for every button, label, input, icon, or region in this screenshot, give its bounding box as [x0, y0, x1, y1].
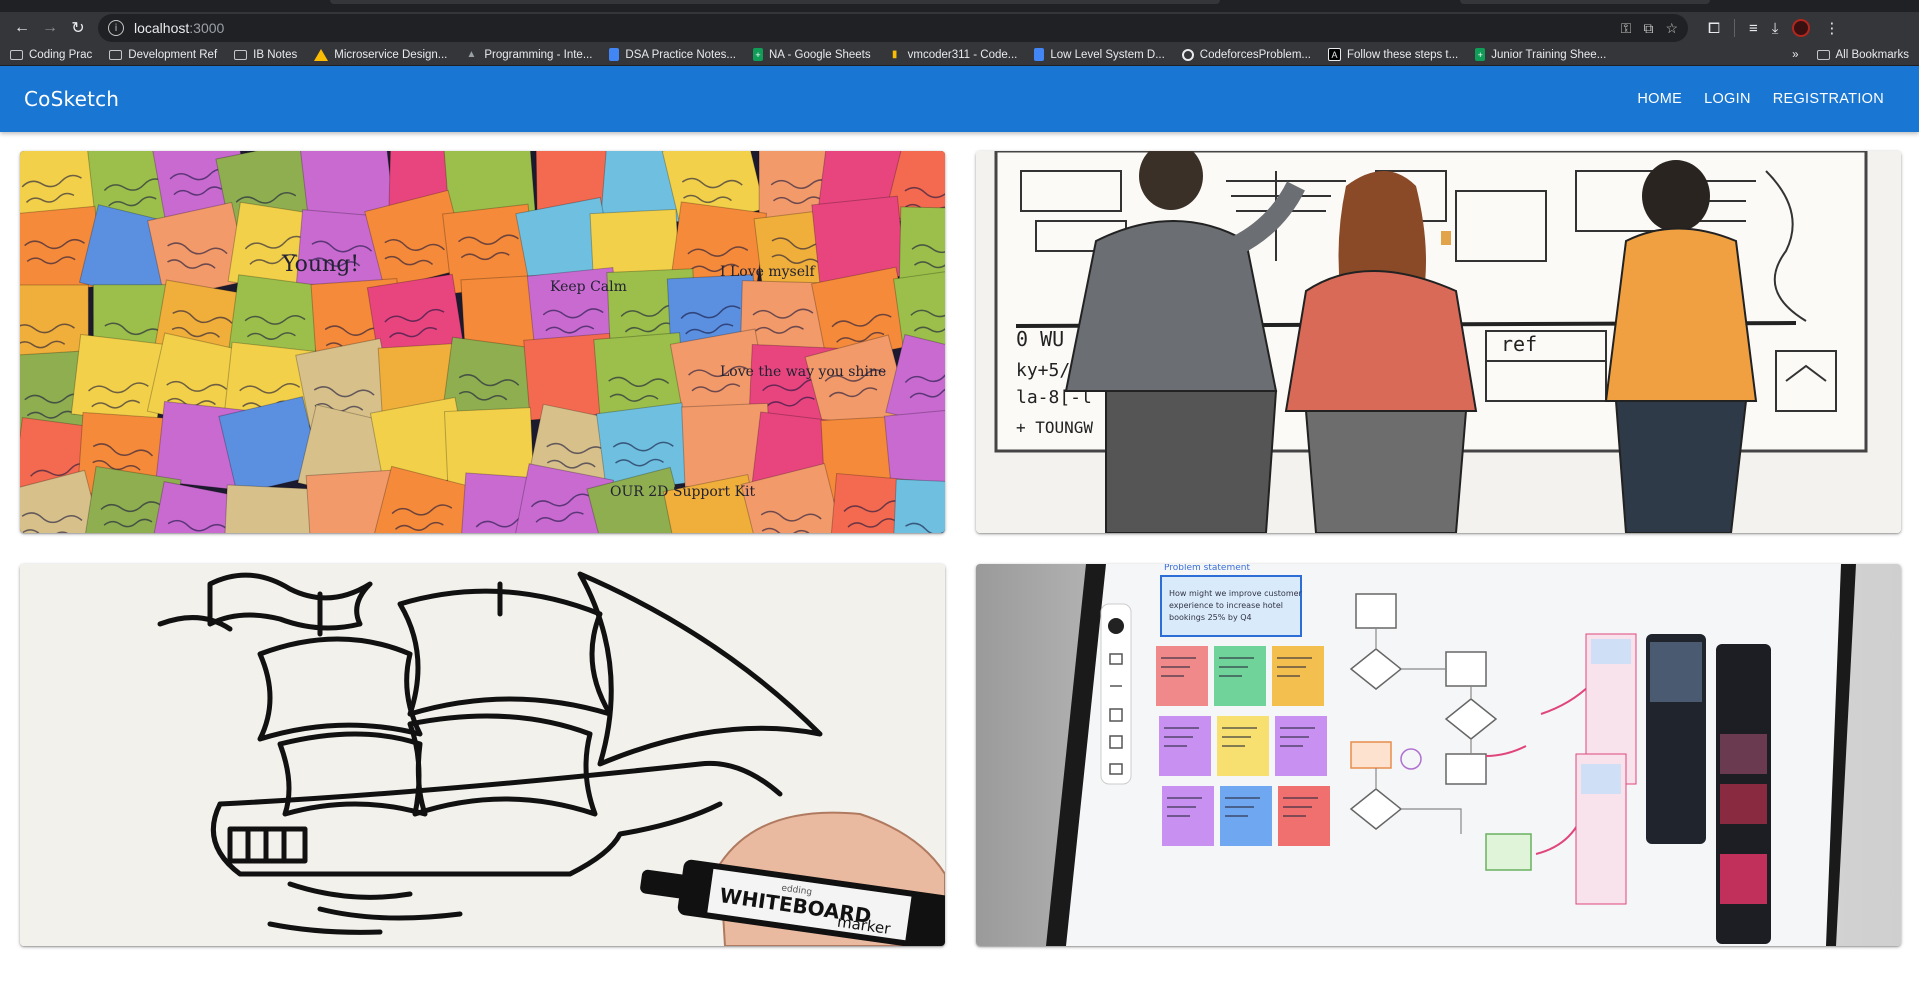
sticky-notes-wall-image: Young! I Love myself Keep Calm Love the way… — [20, 151, 945, 533]
back-arrow-icon[interactable]: ← — [8, 14, 36, 42]
browser-tab[interactable] — [330, 0, 1220, 4]
bookmark-item[interactable]: A Follow these steps t... — [1328, 48, 1458, 61]
bookmarks-bar: Coding Prac Development Ref IB Notes Mic… — [0, 44, 1919, 66]
bookmark-star-icon[interactable]: ☆ — [1665, 20, 1678, 37]
bookmark-item[interactable]: + NA - Google Sheets — [752, 48, 871, 61]
svg-text:bookings 25% by Q4: bookings 25% by Q4 — [1169, 613, 1252, 622]
google-sheets-icon: + — [1475, 48, 1486, 61]
svg-text:+ TOUNGW: + TOUNGW — [1016, 418, 1093, 437]
ab-icon: A — [1328, 48, 1341, 61]
install-app-icon[interactable]: ⧉ — [1643, 20, 1653, 37]
bookmarks-overflow-icon[interactable]: » — [1792, 49, 1798, 61]
folder-icon — [234, 49, 248, 60]
reading-list-icon[interactable]: ≡ — [1749, 20, 1758, 37]
mountain-icon: ▲ — [466, 49, 477, 60]
sticky-note-text: Keep Calm — [550, 279, 627, 295]
bookmark-item[interactable]: Coding Prac — [10, 49, 92, 61]
bars-icon: ▮ — [891, 49, 898, 60]
app-header: CoSketch HOME LOGIN REGISTRATION — [0, 66, 1919, 132]
codeforces-icon — [1181, 48, 1194, 61]
toolbar-divider — [1734, 19, 1736, 37]
whiteboard-team-sketch-image: 0 WU HYJJ ky+5/-S la-8[-l + TOUNGW ref — [976, 151, 1901, 533]
google-drive-icon — [314, 48, 329, 61]
browser-toolbar: ← → ↻ i localhost:3000 ⚿ ⧉ ☆ ⧠ ≡ ⤓ ⋮ — [0, 12, 1919, 44]
extensions-icon[interactable]: ⧠ — [1708, 20, 1720, 37]
brand-logo[interactable]: CoSketch — [24, 87, 119, 111]
bookmark-item[interactable]: ▮ vmcoder311 - Code... — [888, 49, 1018, 61]
folder-icon — [109, 49, 123, 60]
svg-text:ref: ref — [1501, 332, 1537, 356]
sticky-note-text: Love the way you shine — [720, 364, 886, 380]
folder-icon — [1816, 49, 1830, 60]
google-sheets-icon: + — [752, 48, 763, 61]
password-key-icon[interactable]: ⚿ — [1621, 20, 1632, 37]
browser-tab-strip — [0, 0, 1919, 12]
svg-text:Problem statement: Problem statement — [1164, 564, 1250, 573]
bookmark-item[interactable]: + Junior Training Shee... — [1475, 48, 1606, 61]
svg-text:How might we improve customer: How might we improve customer — [1169, 589, 1303, 598]
site-info-icon[interactable]: i — [108, 20, 124, 36]
download-icon[interactable]: ⤓ — [1772, 20, 1779, 37]
main-nav: HOME LOGIN REGISTRATION — [1626, 83, 1895, 115]
nav-home-link[interactable]: HOME — [1626, 83, 1693, 115]
svg-text:experience to increase hotel: experience to increase hotel — [1169, 601, 1283, 610]
nav-registration-link[interactable]: REGISTRATION — [1762, 83, 1895, 115]
address-bar[interactable]: i localhost:3000 ⚿ ⧉ ☆ — [98, 14, 1688, 42]
profile-avatar-icon[interactable] — [1792, 19, 1811, 37]
google-docs-icon — [1034, 48, 1045, 61]
sticky-note-text: Young! — [281, 252, 359, 277]
bookmark-item[interactable]: Low Level System D... — [1034, 48, 1165, 61]
browser-tab[interactable] — [1460, 0, 1710, 4]
all-bookmarks-button[interactable]: All Bookmarks — [1816, 49, 1909, 61]
sticky-note-shape — [223, 484, 314, 533]
bookmark-item[interactable]: ▲ Programming - Inte... — [464, 49, 592, 61]
sticky-note-text: OUR 2D Support Kit — [610, 484, 756, 500]
google-docs-icon — [609, 48, 620, 61]
nav-login-link[interactable]: LOGIN — [1693, 83, 1762, 115]
bookmark-item[interactable]: IB Notes — [234, 49, 297, 61]
image-gallery: Young! I Love myself Keep Calm Love the way… — [0, 132, 1919, 946]
forward-arrow-icon[interactable]: → — [36, 14, 64, 42]
bookmark-item[interactable]: Microservice Design... — [314, 48, 447, 61]
folder-icon — [10, 49, 23, 60]
sticky-note-text: I Love myself — [720, 264, 816, 280]
bookmark-item[interactable]: Development Ref — [109, 49, 217, 61]
reload-icon[interactable]: ↻ — [64, 14, 92, 42]
url-text: localhost:3000 — [134, 20, 225, 36]
digital-whiteboard-tablet-image: Problem statement How might we improve c… — [976, 564, 1901, 946]
bookmark-item[interactable]: DSA Practice Notes... — [609, 48, 736, 61]
bookmark-item[interactable]: CodeforcesProblem... — [1181, 48, 1311, 61]
ship-drawing-image: WHITEBOARD marker edding — [20, 564, 945, 946]
more-menu-icon[interactable]: ⋮ — [1824, 19, 1839, 37]
